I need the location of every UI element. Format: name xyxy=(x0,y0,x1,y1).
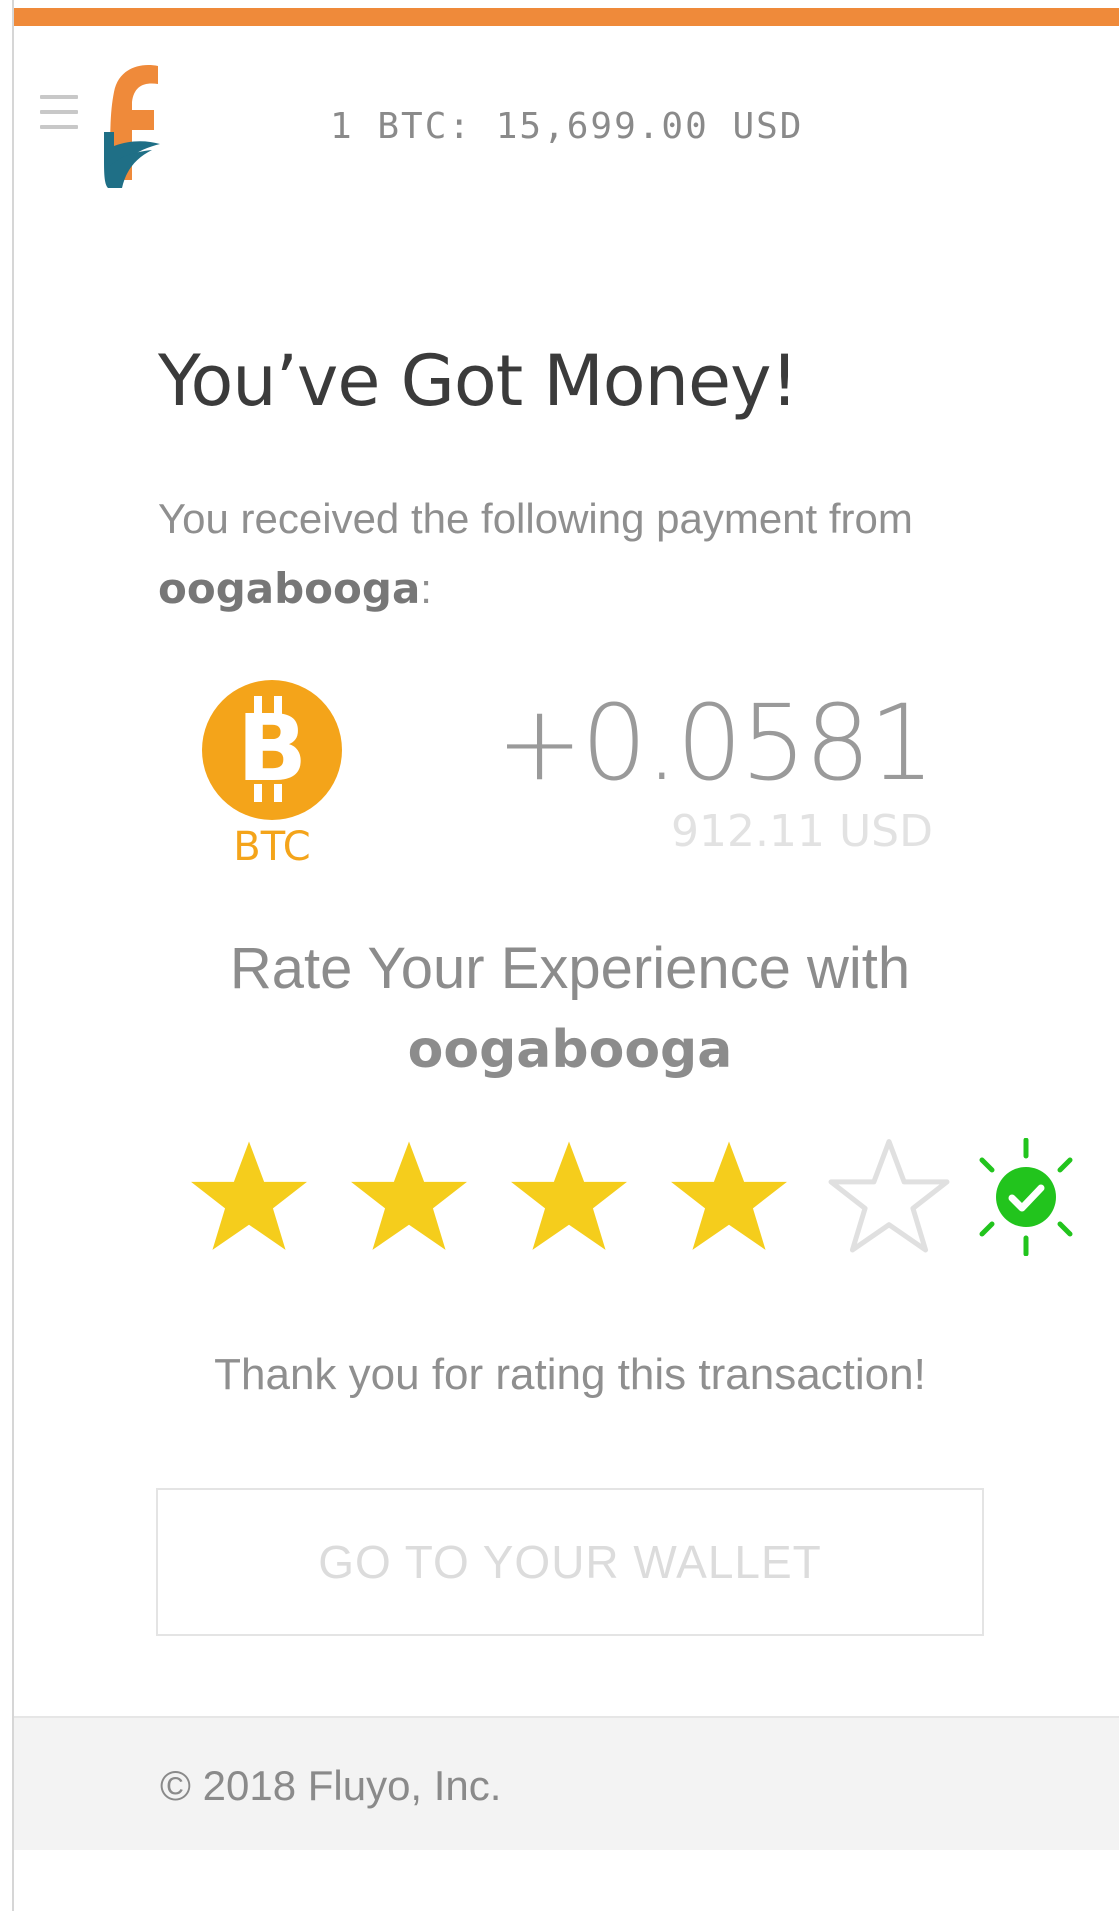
rating-username: oogabooga xyxy=(407,1020,733,1080)
payment-message-suffix: : xyxy=(420,565,432,612)
rating-thanks-message: Thank you for rating this transaction! xyxy=(214,1350,926,1399)
fluyo-logo[interactable] xyxy=(96,62,166,188)
check-circle-icon xyxy=(979,1138,1073,1256)
payment-message-text: You received the following payment from xyxy=(158,495,913,542)
copyright-text: © 2018 Fluyo, Inc. xyxy=(160,1762,502,1809)
star-icon-4[interactable] xyxy=(666,1134,792,1260)
page-title: You’ve Got Money! xyxy=(158,340,799,422)
bitcoin-coin-icon: B xyxy=(202,680,342,820)
go-to-wallet-button[interactable]: GO TO YOUR WALLET xyxy=(156,1488,984,1636)
star-icon-2[interactable] xyxy=(346,1134,472,1260)
footer: © 2018 Fluyo, Inc. xyxy=(14,1716,1119,1850)
btc-rate-ticker: 1 BTC: 15,699.00 USD xyxy=(330,106,804,147)
currency-code: BTC xyxy=(233,824,311,870)
star-icon-3[interactable] xyxy=(506,1134,632,1260)
star-icon-1[interactable] xyxy=(186,1134,312,1260)
svg-text:B: B xyxy=(237,695,307,802)
payment-message: You received the following payment from … xyxy=(158,484,938,624)
top-accent-bar xyxy=(14,8,1119,26)
received-amount: +0.0581 xyxy=(495,682,935,804)
received-amount-usd: 912.11 USD xyxy=(671,806,933,857)
go-to-wallet-label: GO TO YOUR WALLET xyxy=(318,1536,822,1588)
hamburger-menu-icon[interactable] xyxy=(40,95,78,131)
sender-name: oogabooga xyxy=(158,564,421,613)
rating-heading: Rate Your Experience with xyxy=(229,936,911,1001)
star-icon-5[interactable] xyxy=(826,1134,952,1260)
